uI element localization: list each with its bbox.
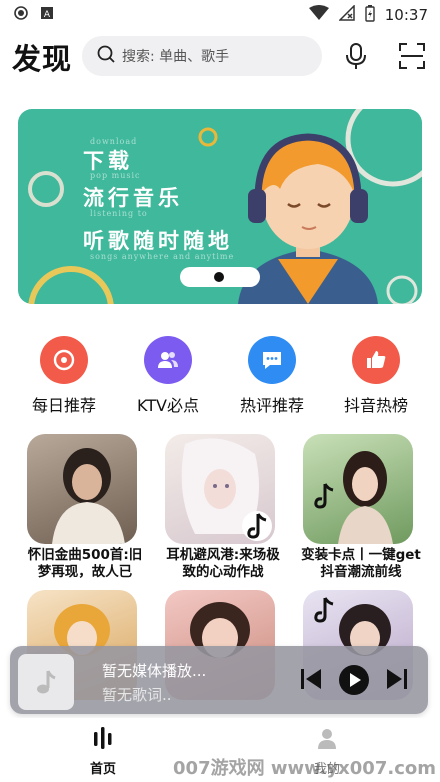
category-douyin[interactable]: 抖音热榜: [324, 336, 428, 416]
playlist-card[interactable]: 耳机避风港:来场极致的心动作战: [165, 434, 280, 581]
playlist-cover: [27, 434, 137, 544]
carousel-indicator[interactable]: [180, 267, 260, 287]
nav-home[interactable]: 首页: [90, 726, 116, 777]
user-icon: [315, 726, 339, 754]
playlist-title: 变装卡点丨一键get抖音潮流前线: [301, 547, 421, 580]
search-placeholder: 搜索: 单曲、歌手: [122, 49, 230, 65]
nav-home-label: 首页: [90, 762, 117, 777]
users-icon: [144, 336, 192, 384]
category-comments[interactable]: 热评推荐: [220, 336, 324, 416]
signal-icon: [337, 4, 355, 25]
previous-icon[interactable]: [298, 666, 324, 696]
app-notification-icon: A: [40, 6, 54, 24]
microphone-icon[interactable]: [344, 42, 368, 74]
chat-icon: [248, 336, 296, 384]
category-daily[interactable]: 每日推荐: [12, 336, 116, 416]
category-label: 热评推荐: [239, 396, 304, 415]
search-icon: [96, 44, 122, 68]
watermark: 007游戏网 www.yx007.com: [173, 758, 436, 779]
music-note-icon: [18, 654, 74, 710]
category-ktv[interactable]: KTV必点: [116, 336, 220, 416]
promo-banner[interactable]: download 下载 pop music 流行音乐 listening to …: [18, 109, 422, 304]
play-icon[interactable]: [338, 664, 370, 700]
player-title: 暂无媒体播放...: [102, 662, 207, 680]
page-title: 发现: [12, 42, 73, 76]
next-icon[interactable]: [384, 666, 410, 696]
banner-line-2: 流行音乐: [83, 185, 183, 210]
category-row: 每日推荐 KTV必点 热评推荐 抖音热榜: [0, 336, 440, 416]
battery-icon: [365, 4, 375, 26]
status-time: 10:37: [384, 6, 428, 24]
svg-text:A: A: [44, 10, 51, 20]
mini-player[interactable]: 暂无媒体播放... 暂无歌词..: [10, 646, 428, 714]
category-label: KTV必点: [137, 396, 199, 415]
status-bar: A 10:37: [0, 0, 440, 30]
record-icon: [14, 6, 28, 24]
equalizer-icon: [91, 726, 115, 754]
playlist-card[interactable]: 变装卡点丨一键get抖音潮流前线: [301, 434, 421, 581]
playlist-title: 怀旧金曲500首:旧梦再现，故人已: [27, 547, 143, 580]
playlist-card[interactable]: 怀旧金曲500首:旧梦再现，故人已: [27, 434, 142, 581]
scan-icon[interactable]: [398, 42, 426, 74]
banner-line-3: 听歌随时随地: [83, 228, 233, 253]
playlist-cover: [303, 434, 413, 544]
player-lyrics: 暂无歌词..: [102, 686, 172, 704]
thumbs-up-icon: [352, 336, 400, 384]
playlist-title: 耳机避风港:来场极致的心动作战: [166, 547, 280, 580]
category-label: 每日推荐: [31, 396, 96, 415]
category-label: 抖音热榜: [343, 396, 408, 415]
disc-icon: [40, 336, 88, 384]
search-input[interactable]: 搜索: 单曲、歌手: [82, 36, 322, 76]
wifi-icon: [308, 5, 329, 25]
header: 发现 搜索: 单曲、歌手: [0, 34, 440, 80]
playlist-cover: [165, 434, 275, 544]
